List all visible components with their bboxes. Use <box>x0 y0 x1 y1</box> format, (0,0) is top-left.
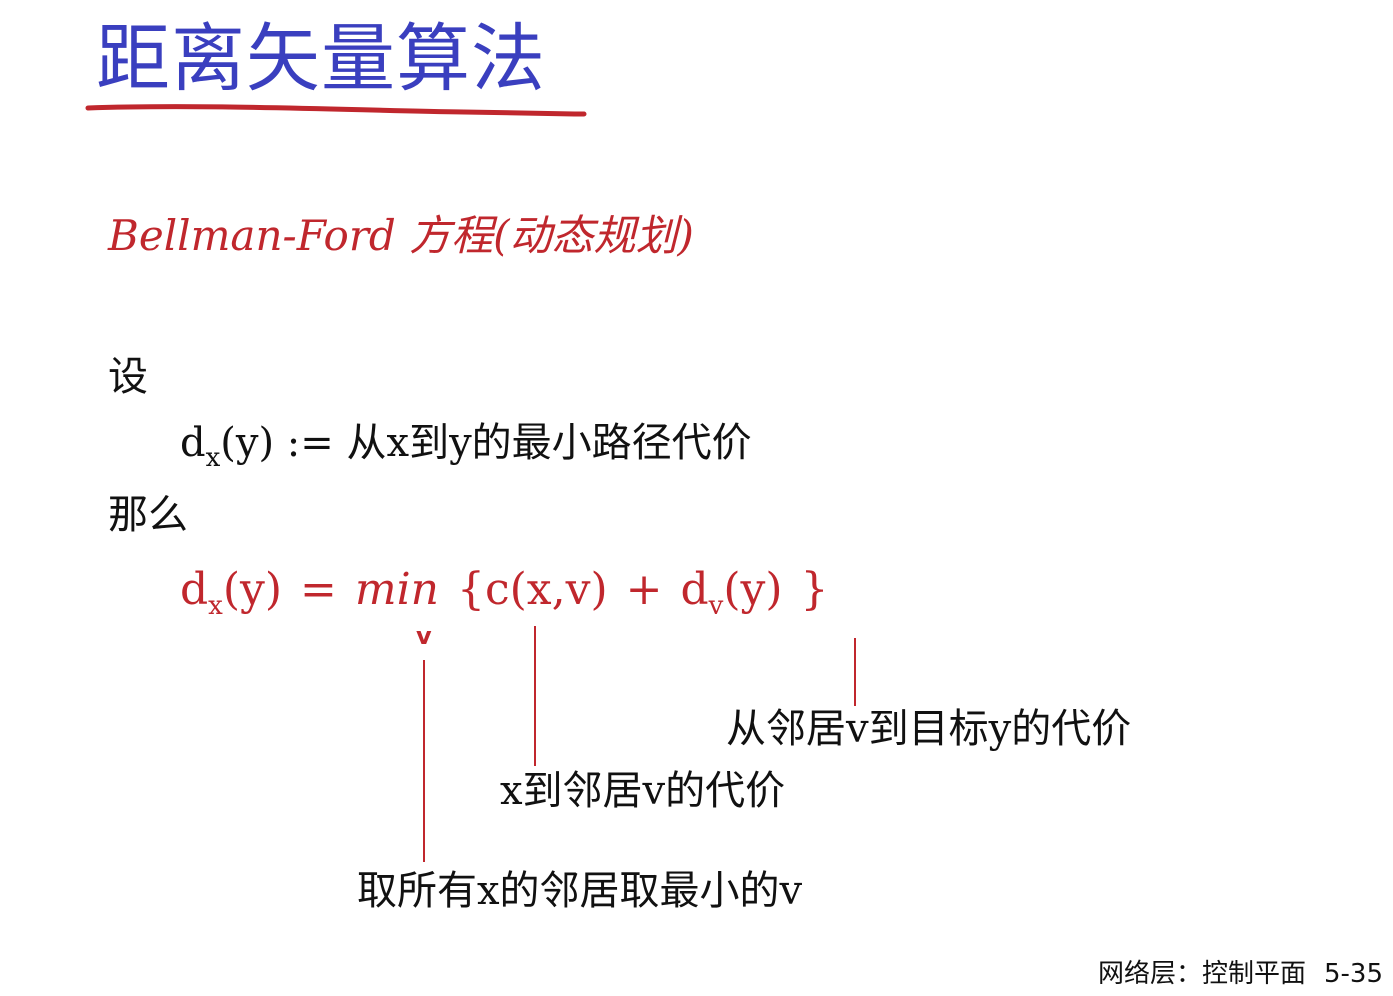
annotation-x-to-neighbor: x到邻居v的代价 <box>500 768 786 814</box>
min-caret-v: v <box>416 622 432 650</box>
footer-section: 网络层：控制平面 <box>1097 959 1306 989</box>
page-number: 5-35 <box>1323 959 1383 989</box>
annotation-neighbor-to-dest: 从邻居v到目标y的代价 <box>726 706 1132 752</box>
slide-footer: 网络层：控制平面 5-35 <box>1098 956 1383 992</box>
annotation-min-over-neighbors: 取所有x的邻居取最小的v <box>357 868 803 914</box>
annotation-lines: v <box>416 622 856 862</box>
